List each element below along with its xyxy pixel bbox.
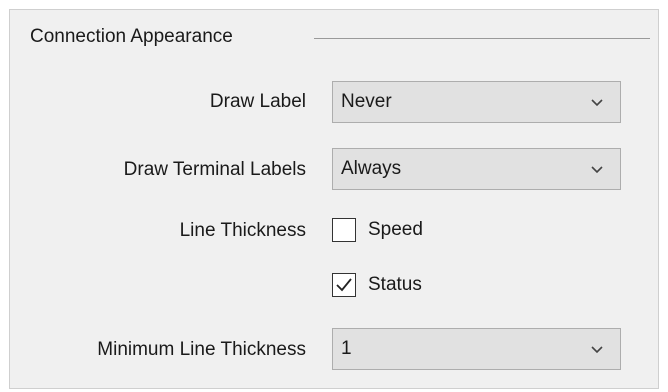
chevron-down-icon xyxy=(591,99,603,107)
connection-appearance-panel: Connection Appearance Draw Label Never D… xyxy=(9,9,659,389)
draw-terminal-labels-dropdown[interactable]: Always xyxy=(332,148,621,190)
status-checkbox-label[interactable]: Status xyxy=(368,272,422,298)
chevron-down-icon xyxy=(591,166,603,174)
draw-label-dropdown[interactable]: Never xyxy=(332,81,621,123)
minimum-line-thickness-label: Minimum Line Thickness xyxy=(97,339,306,360)
checkmark-icon xyxy=(336,278,352,292)
minimum-line-thickness-value: 1 xyxy=(341,338,352,359)
draw-label-label: Draw Label xyxy=(209,91,306,112)
group-title: Connection Appearance xyxy=(30,26,233,47)
status-checkbox[interactable] xyxy=(332,273,356,297)
draw-label-value: Never xyxy=(341,91,392,112)
line-thickness-label: Line Thickness xyxy=(179,220,306,241)
group-divider xyxy=(314,38,650,39)
draw-terminal-labels-label: Draw Terminal Labels xyxy=(123,159,306,180)
speed-checkbox-label[interactable]: Speed xyxy=(368,217,423,243)
draw-terminal-labels-value: Always xyxy=(341,158,402,179)
speed-checkbox[interactable] xyxy=(332,218,356,242)
chevron-down-icon xyxy=(591,346,603,354)
minimum-line-thickness-dropdown[interactable]: 1 xyxy=(332,328,621,370)
